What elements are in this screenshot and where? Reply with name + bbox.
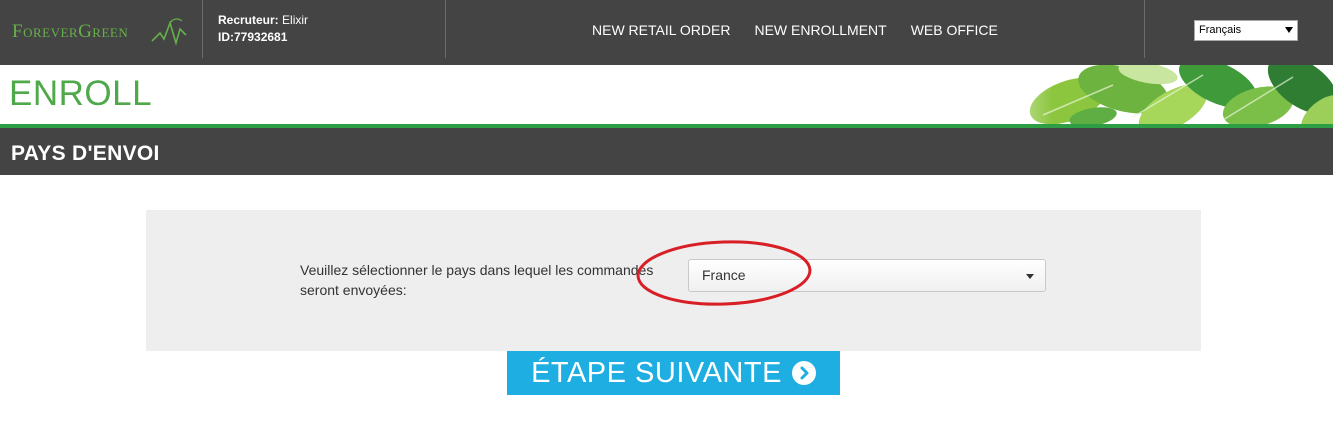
header-divider <box>445 0 446 58</box>
logo-text: ForeverGreen <box>12 21 129 42</box>
language-select[interactable]: Français <box>1194 20 1298 41</box>
nav-new-enrollment[interactable]: NEW ENROLLMENT <box>754 22 886 38</box>
recruiter-id: ID:77932681 <box>218 30 288 44</box>
chevron-right-circle-icon <box>791 361 816 385</box>
country-prompt: Veuillez sélectionner le pays dans leque… <box>300 262 654 298</box>
recruiter-name: Elixir <box>282 13 309 27</box>
forevergreen-logo[interactable]: ForeverGreen <box>12 15 192 49</box>
main-nav: NEW RETAIL ORDER NEW ENROLLMENT WEB OFFI… <box>592 22 998 38</box>
nav-new-retail-order[interactable]: NEW RETAIL ORDER <box>592 22 730 38</box>
country-select[interactable]: France <box>688 259 1046 292</box>
page-title: ENROLL <box>9 74 153 113</box>
caret-down-icon <box>1285 27 1293 33</box>
section-title: PAYS D'ENVOI <box>11 142 160 165</box>
shipping-country-panel: Veuillez sélectionner le pays dans leque… <box>146 210 1201 351</box>
top-bar: ForeverGreen Recruteur: Elixir ID:779326… <box>0 0 1333 65</box>
leaf-peak-icon <box>151 18 187 46</box>
country-selected: France <box>702 267 746 283</box>
language-selected: Français <box>1199 24 1242 36</box>
header-divider <box>202 0 203 58</box>
leaves-decoration-image <box>973 65 1333 124</box>
next-step-button[interactable]: ÉTAPE SUIVANTE <box>507 351 840 395</box>
header-divider <box>1144 0 1145 58</box>
section-header: PAYS D'ENVOI <box>0 128 1333 175</box>
next-step-label: ÉTAPE SUIVANTE <box>531 356 782 389</box>
nav-web-office[interactable]: WEB OFFICE <box>911 22 998 38</box>
recruiter-info: Recruteur: Elixir ID:77932681 <box>218 12 308 46</box>
recruiter-label: Recruteur: <box>218 13 279 27</box>
caret-down-icon <box>1026 274 1034 279</box>
enroll-banner: ENROLL <box>0 65 1333 124</box>
